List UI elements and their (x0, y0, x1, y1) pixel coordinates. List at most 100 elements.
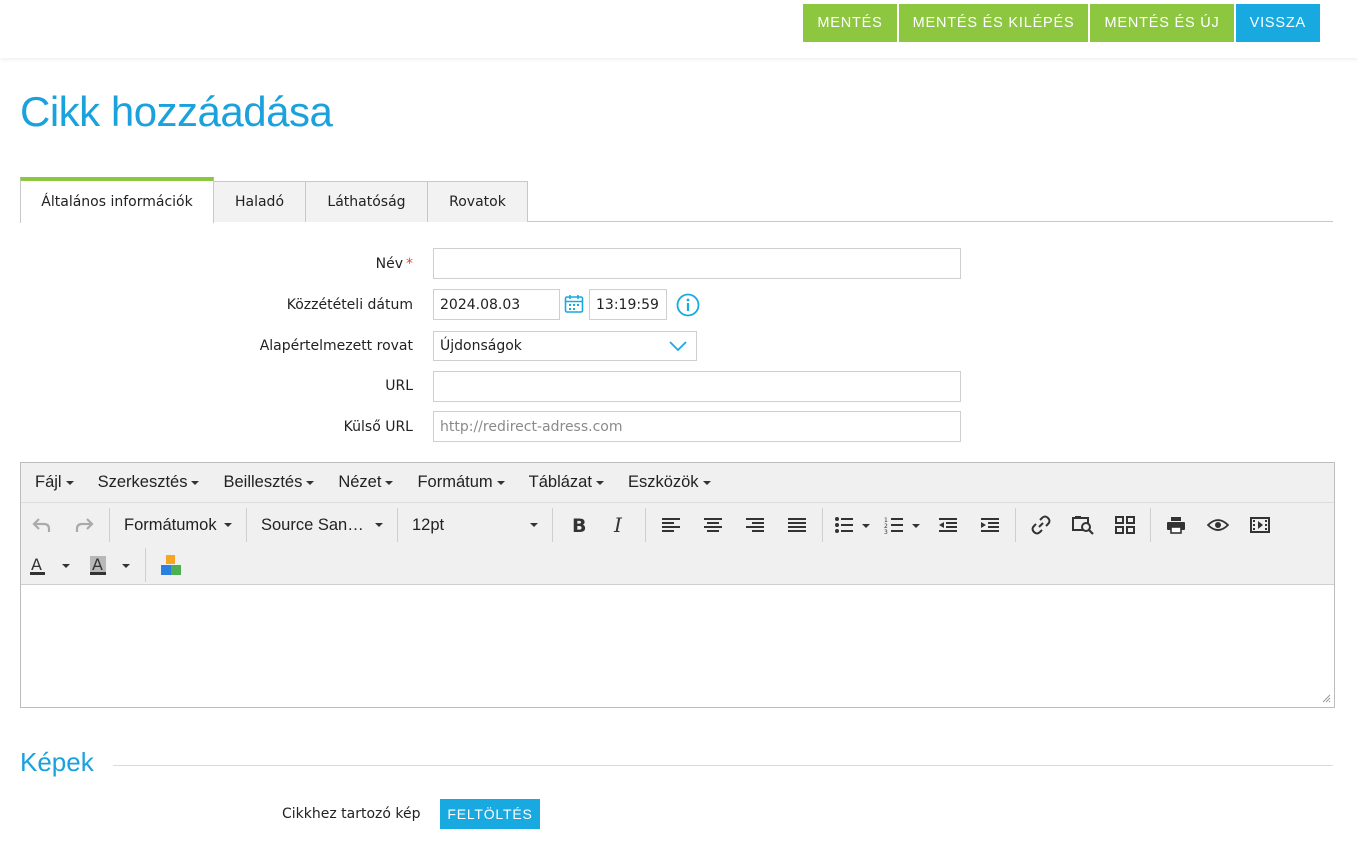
default-section-label: Alapértelmezett rovat (259, 338, 413, 354)
caret-down-icon (306, 480, 315, 485)
formats-dropdown[interactable]: Formátumok (114, 508, 242, 542)
images-section-title: Képek (20, 747, 94, 777)
top-bar: MENTÉS MENTÉS ÉS KILÉPÉS MENTÉS ÉS ÚJ VI… (0, 0, 1358, 58)
menu-format[interactable]: Formátum (417, 473, 505, 492)
formats-dropdown-label: Formátumok (124, 515, 217, 534)
menu-edit-label: Szerkesztés (97, 473, 188, 491)
resize-handle-icon[interactable] (1321, 693, 1331, 703)
print-icon[interactable] (1155, 508, 1197, 542)
menu-format-label: Formátum (417, 473, 493, 491)
menu-insert-label: Beillesztés (223, 473, 303, 491)
caret-down-icon (496, 480, 505, 485)
menu-insert[interactable]: Beillesztés (223, 473, 315, 492)
required-mark: * (406, 256, 413, 272)
preview-icon[interactable] (1197, 508, 1239, 542)
numbered-list-icon[interactable]: 123 (877, 508, 927, 542)
editor-menubar: Fájl Szerkesztés Beillesztés Nézet Formá… (21, 463, 1334, 503)
menu-file[interactable]: Fájl (35, 473, 74, 492)
menu-file-label: Fájl (35, 473, 62, 491)
font-family-dropdown[interactable]: Source San… (251, 508, 393, 542)
toolbar-row-1: Formátumok Source San… 12pt B I 123 (21, 505, 1281, 545)
toolbar-row-2: A A (21, 545, 192, 585)
save-and-new-button[interactable]: MENTÉS ÉS ÚJ (1090, 4, 1234, 42)
toolbar-separator (645, 508, 646, 542)
name-input[interactable] (433, 248, 961, 279)
toolbar-separator (397, 508, 398, 542)
toolbar-separator (1015, 508, 1016, 542)
svg-text:B: B (572, 516, 586, 534)
caret-down-icon (702, 480, 711, 485)
save-button[interactable]: MENTÉS (803, 4, 897, 42)
caret-down-icon (191, 480, 200, 485)
rich-text-editor: Fájl Szerkesztés Beillesztés Nézet Formá… (20, 462, 1335, 708)
menu-table-label: Táblázat (528, 473, 592, 491)
toolbar-separator (109, 508, 110, 542)
calendar-icon[interactable] (563, 292, 585, 316)
tab-general-info[interactable]: Általános információk (20, 177, 214, 223)
indent-icon[interactable] (969, 508, 1011, 542)
font-family-label: Source San… (261, 515, 364, 534)
section-divider (113, 765, 1333, 766)
tab-sections[interactable]: Rovatok (427, 181, 528, 222)
grid-icon[interactable] (1104, 508, 1146, 542)
tab-bar: Általános információk Haladó Láthatóság … (20, 177, 1333, 223)
url-input[interactable] (433, 371, 961, 402)
menu-view[interactable]: Nézet (338, 473, 394, 492)
save-and-exit-button[interactable]: MENTÉS ÉS KILÉPÉS (898, 4, 1089, 42)
outdent-icon[interactable] (927, 508, 969, 542)
menu-table[interactable]: Táblázat (529, 473, 604, 492)
menu-tools[interactable]: Eszközök (628, 473, 711, 492)
page-title: Cikk hozzáadása (20, 88, 333, 135)
font-size-dropdown[interactable]: 12pt (402, 508, 548, 542)
default-section-select[interactable]: Újdonságok (433, 331, 697, 361)
align-center-icon[interactable] (692, 508, 734, 542)
external-url-label: Külső URL (343, 419, 413, 435)
svg-text:A: A (92, 555, 103, 574)
blocks-icon[interactable] (150, 548, 192, 582)
undo-icon[interactable] (21, 508, 63, 542)
menu-tools-label: Eszközök (627, 473, 699, 491)
svg-text:3: 3 (884, 529, 888, 534)
toolbar-separator (246, 508, 247, 542)
align-justify-icon[interactable] (776, 508, 818, 542)
publish-time-input[interactable] (589, 289, 667, 320)
tab-advanced[interactable]: Haladó (213, 181, 306, 222)
bullet-list-icon[interactable] (827, 508, 877, 542)
toolbar-separator (1150, 508, 1151, 542)
redo-icon[interactable] (63, 508, 105, 542)
back-button[interactable]: VISSZA (1235, 4, 1320, 42)
svg-text:A: A (31, 555, 42, 574)
editor-toolbar: Formátumok Source San… 12pt B I 123 A A (21, 503, 1334, 585)
text-color-icon[interactable]: A (21, 548, 81, 582)
caret-down-icon (385, 480, 394, 485)
caret-down-icon (595, 480, 604, 485)
external-url-input[interactable] (433, 411, 961, 442)
tab-visibility[interactable]: Láthatóság (305, 181, 428, 222)
caret-down-icon (65, 480, 74, 485)
media-icon[interactable] (1239, 508, 1281, 542)
editor-content-area[interactable] (21, 585, 1334, 706)
italic-icon[interactable]: I (599, 508, 641, 542)
info-icon[interactable] (675, 292, 701, 318)
toolbar-separator (145, 548, 146, 582)
url-label: URL (385, 378, 413, 394)
action-buttons: MENTÉS MENTÉS ÉS KILÉPÉS MENTÉS ÉS ÚJ VI… (803, 4, 1320, 42)
name-label: Név * (376, 256, 413, 272)
publish-date-label: Közzétételi dátum (286, 297, 413, 313)
image-search-icon[interactable] (1062, 508, 1104, 542)
link-icon[interactable] (1020, 508, 1062, 542)
align-left-icon[interactable] (650, 508, 692, 542)
background-color-icon[interactable]: A (81, 548, 141, 582)
toolbar-separator (822, 508, 823, 542)
font-size-label: 12pt (412, 515, 445, 534)
caret-down-icon (375, 523, 383, 527)
upload-button[interactable]: FELTÖLTÉS (440, 799, 540, 829)
bold-icon[interactable]: B (557, 508, 599, 542)
default-section-value: Újdonságok (440, 338, 522, 354)
menu-edit[interactable]: Szerkesztés (98, 473, 200, 492)
chevron-down-icon (669, 341, 687, 352)
align-right-icon[interactable] (734, 508, 776, 542)
caret-down-icon (224, 523, 232, 527)
menu-view-label: Nézet (338, 473, 382, 491)
publish-date-input[interactable] (433, 289, 560, 320)
